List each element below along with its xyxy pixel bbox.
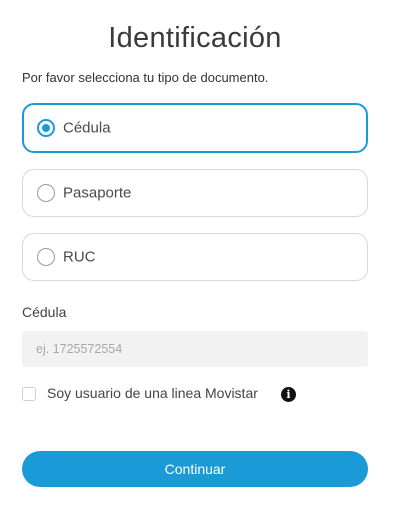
document-type-option-pasaporte[interactable]: Pasaporte [22, 169, 368, 217]
continue-button[interactable]: Continuar [22, 451, 368, 487]
document-type-option-cedula[interactable]: Cédula [22, 103, 368, 153]
document-type-option-ruc[interactable]: RUC [22, 233, 368, 281]
page-title: Identificación [108, 22, 282, 54]
movistar-user-checkbox[interactable] [22, 387, 36, 401]
info-icon[interactable]: i [281, 387, 296, 402]
option-label: RUC [63, 248, 96, 266]
document-number-label: Cédula [22, 304, 67, 320]
document-number-input[interactable] [22, 331, 368, 367]
radio-icon[interactable] [37, 184, 55, 202]
movistar-user-label: Soy usuario de una linea Movistar [47, 385, 258, 401]
option-label: Pasaporte [63, 184, 132, 202]
option-label: Cédula [63, 119, 111, 137]
radio-selected-icon[interactable] [37, 119, 55, 137]
radio-icon[interactable] [37, 248, 55, 266]
page-subtitle: Por favor selecciona tu tipo de document… [22, 70, 269, 85]
